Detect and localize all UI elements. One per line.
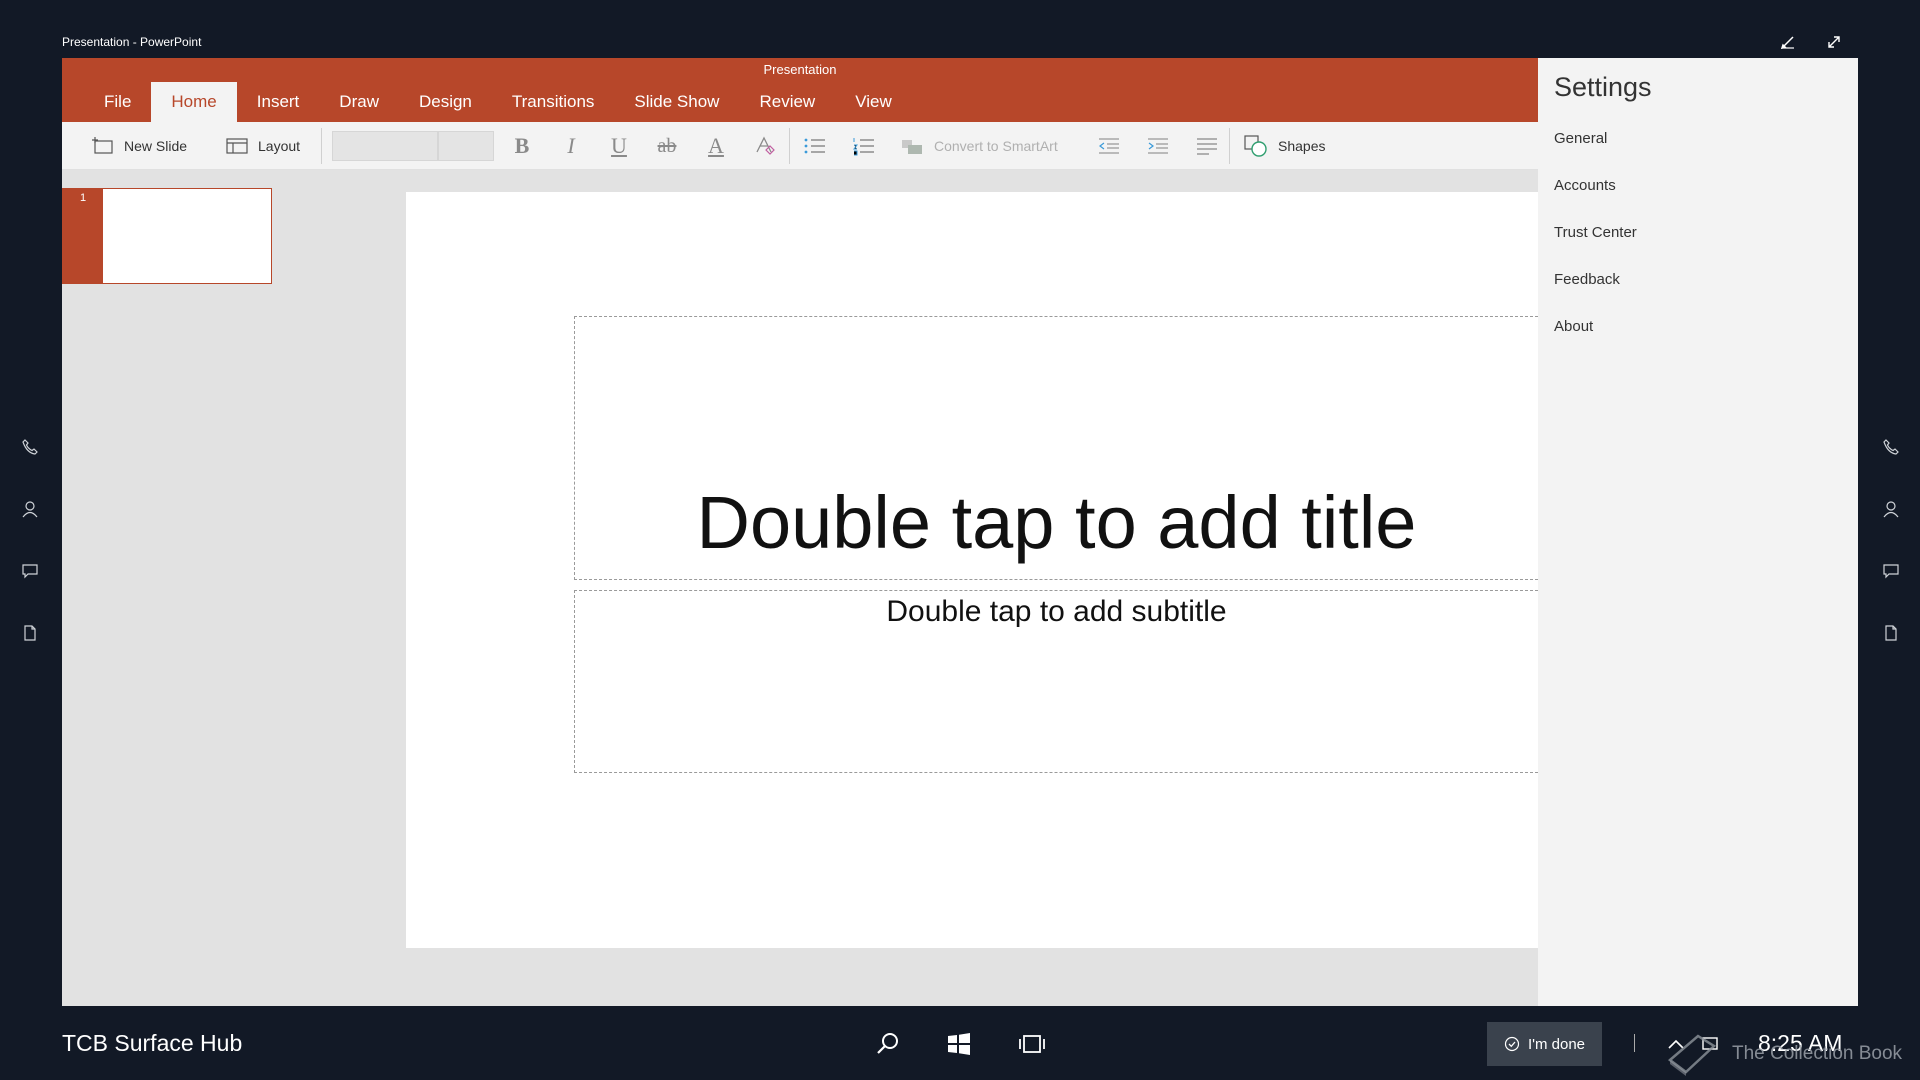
font-name-input[interactable] [332,131,438,161]
document-title: Presentation [763,62,837,77]
tab-draw[interactable]: Draw [319,82,399,122]
slide-number: 1 [80,192,87,204]
toolbar-divider [1229,128,1230,164]
subtitle-placeholder[interactable]: Double tap to add subtitle [574,590,1538,773]
ribbon-header: Presentation File Home Insert Draw Desig… [62,58,1538,122]
shapes-label: Shapes [1278,138,1326,154]
settings-pane: Settings General Accounts Trust Center F… [1538,58,1858,1006]
chat-icon[interactable] [1880,560,1902,582]
convert-smartart-label: Convert to SmartArt [934,138,1058,154]
new-slide-label: New Slide [124,138,188,154]
convert-smartart-button[interactable]: Convert to SmartArt [900,122,1058,170]
tab-home[interactable]: Home [151,82,237,122]
chat-icon[interactable] [19,560,41,582]
window-title: Presentation - PowerPoint [62,35,202,49]
increase-indent-icon[interactable] [1143,122,1173,170]
bold-button[interactable]: B [507,122,537,170]
toolbar-divider [321,128,322,164]
ribbon-toolbar: New Slide Layout B I U ab A Convert to S… [62,122,1538,170]
title-placeholder-text: Double tap to add title [696,481,1417,564]
shapes-button[interactable]: Shapes [1244,122,1325,170]
settings-title: Settings [1554,72,1652,102]
shapes-icon [1244,135,1267,157]
decrease-indent-icon[interactable] [1094,122,1124,170]
phone-icon[interactable] [1880,436,1902,458]
im-done-button[interactable]: I'm done [1487,1022,1602,1066]
settings-item-about[interactable]: About [1554,318,1593,335]
search-icon[interactable] [872,1028,904,1060]
task-view-icon[interactable] [1016,1028,1048,1060]
tab-slide-show[interactable]: Slide Show [614,82,739,122]
tab-insert[interactable]: Insert [237,82,320,122]
bullets-icon[interactable] [800,122,830,170]
tab-file[interactable]: File [84,82,151,122]
tab-review[interactable]: Review [739,82,835,122]
slide-thumbnail[interactable] [102,188,272,284]
layout-label: Layout [258,138,301,154]
document-icon[interactable] [1880,622,1902,644]
settings-item-general[interactable]: General [1554,130,1607,147]
tab-view[interactable]: View [835,82,912,122]
new-slide-button[interactable]: New Slide [92,122,187,170]
new-slide-icon [92,137,113,154]
clear-formatting-icon[interactable] [750,122,780,170]
person-icon[interactable] [1880,498,1902,520]
slide-canvas[interactable]: Double tap to add title Double tap to ad… [406,192,1538,948]
settings-item-feedback[interactable]: Feedback [1554,271,1620,288]
layout-button[interactable]: Layout [226,122,300,170]
toolbar-divider [789,128,790,164]
tab-design[interactable]: Design [399,82,492,122]
font-size-input[interactable] [438,131,494,161]
ribbon-tabs: File Home Insert Draw Design Transitions… [84,82,912,122]
underline-button[interactable]: U [604,122,634,170]
im-done-label: I'm done [1527,1035,1586,1053]
book-logo-icon [1664,1030,1720,1080]
device-name: TCB Surface Hub [62,1030,243,1056]
check-circle-icon [1504,1036,1520,1052]
person-icon[interactable] [19,498,41,520]
layout-icon [226,138,248,154]
title-placeholder[interactable]: Double tap to add title [574,316,1538,580]
smartart-icon [902,140,922,154]
settings-item-trust-center[interactable]: Trust Center [1554,224,1637,241]
powerpoint-window: Presentation File Home Insert Draw Desig… [62,58,1538,1006]
watermark: The Collection Book [1732,1043,1903,1064]
subtitle-placeholder-text: Double tap to add subtitle [886,595,1227,628]
strikethrough-button[interactable]: ab [652,122,682,170]
phone-icon[interactable] [19,436,41,458]
windows-start-icon[interactable] [943,1028,975,1060]
align-text-icon[interactable] [1192,122,1222,170]
font-color-button[interactable]: A [701,122,731,170]
fullscreen-icon[interactable] [1824,32,1844,52]
settings-item-accounts[interactable]: Accounts [1554,177,1616,194]
numbering-icon[interactable] [849,122,879,170]
document-icon[interactable] [19,622,41,644]
pen-icon[interactable] [1778,32,1798,52]
italic-button[interactable]: I [556,122,586,170]
taskbar-divider [1634,1034,1635,1052]
tab-transitions[interactable]: Transitions [492,82,615,122]
